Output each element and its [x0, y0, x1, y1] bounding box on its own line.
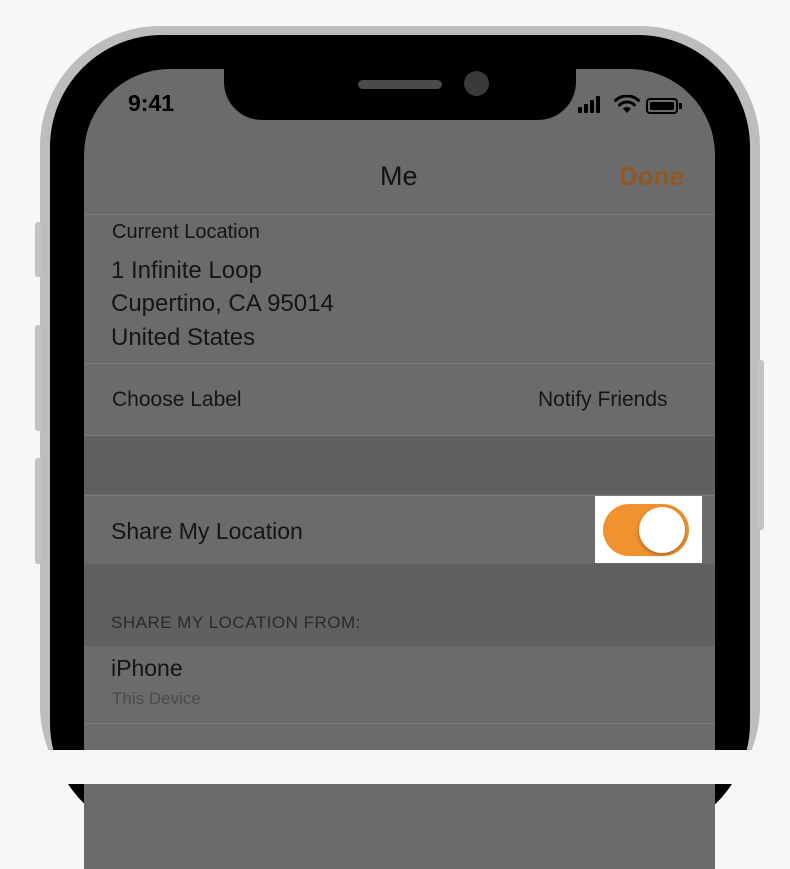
notch — [224, 62, 576, 120]
volume-up-button — [35, 325, 42, 431]
bottom-crop — [0, 750, 790, 784]
battery-icon — [646, 98, 678, 114]
volume-down-button — [35, 458, 42, 564]
screen: 9:41 Me Done Current Location 1 Infinite… — [84, 69, 715, 869]
notify-friends-button[interactable]: Notify Friends — [538, 388, 668, 412]
share-from-header: SHARE MY LOCATION FROM: — [111, 613, 361, 632]
signal-icon — [578, 95, 608, 113]
share-from-header-band: SHARE MY LOCATION FROM: — [84, 564, 715, 646]
front-camera — [464, 71, 489, 96]
speaker — [358, 80, 442, 89]
done-button[interactable]: Done — [619, 161, 684, 192]
toggle-knob — [639, 507, 685, 553]
address-line-1: 1 Infinite Loop — [111, 257, 262, 284]
wifi-icon — [614, 95, 640, 113]
nav-title: Me — [380, 161, 418, 191]
share-location-toggle-highlight — [595, 496, 702, 563]
device-name[interactable]: iPhone — [111, 655, 183, 682]
address-line-2: Cupertino, CA 95014 — [111, 290, 334, 317]
address-line-3: United States — [111, 324, 256, 351]
current-location-label: Current Location — [112, 221, 260, 243]
choose-label-button[interactable]: Choose Label — [112, 388, 242, 412]
mute-switch — [35, 222, 42, 277]
device-subtitle: This Device — [112, 689, 201, 708]
section-separator — [84, 436, 715, 494]
share-location-toggle[interactable] — [603, 504, 689, 556]
share-my-location-label: Share My Location — [111, 518, 303, 544]
side-button — [757, 360, 764, 530]
status-time: 9:41 — [128, 90, 175, 116]
